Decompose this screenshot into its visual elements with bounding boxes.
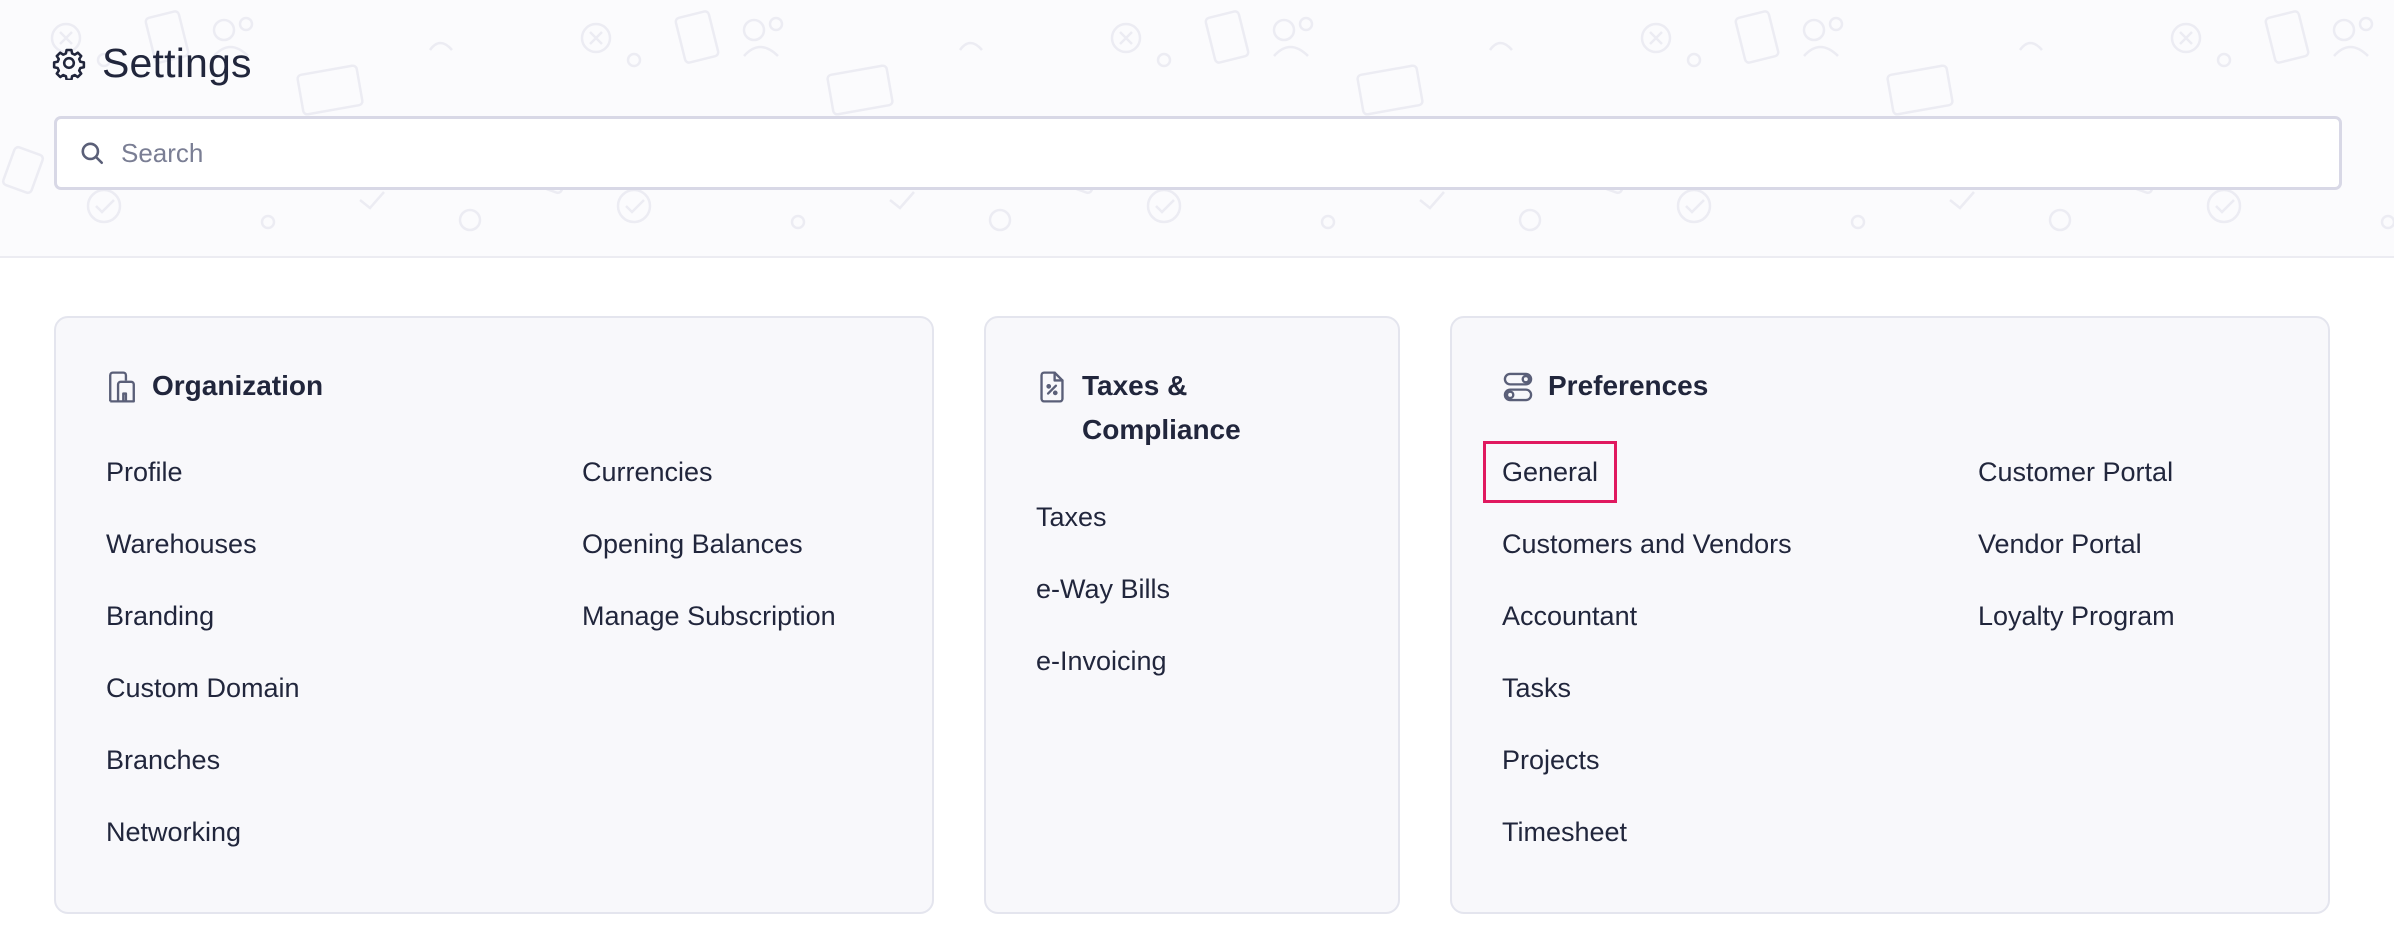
organization-title: Organization	[152, 370, 324, 401]
link-currencies[interactable]: Currencies	[582, 454, 836, 526]
link-customer-portal[interactable]: Customer Portal	[1978, 454, 2175, 526]
selected-highlight[interactable]: General	[1482, 441, 1618, 503]
search-input[interactable]	[121, 123, 2339, 183]
tax-document-icon	[1040, 371, 1064, 403]
organization-heading: Organization	[106, 370, 323, 408]
settings-header: Settings	[0, 0, 2394, 258]
link-e-way-bills[interactable]: e-Way Bills	[1036, 571, 1170, 643]
link-accountant[interactable]: Accountant	[1502, 598, 1792, 670]
link-general[interactable]: General	[1482, 441, 1792, 526]
gear-icon	[52, 48, 86, 80]
link-tasks[interactable]: Tasks	[1502, 670, 1792, 742]
link-e-invoicing[interactable]: e-Invoicing	[1036, 643, 1170, 715]
link-branding[interactable]: Branding	[106, 598, 300, 670]
preferences-heading: Preferences	[1502, 370, 1708, 408]
link-loyalty-program[interactable]: Loyalty Program	[1978, 598, 2175, 670]
building-icon	[109, 371, 135, 403]
organization-links-col2: Currencies Opening Balances Manage Subsc…	[582, 454, 836, 670]
link-branches[interactable]: Branches	[106, 742, 300, 814]
link-projects[interactable]: Projects	[1502, 742, 1792, 814]
toggles-icon	[1503, 372, 1533, 402]
link-profile[interactable]: Profile	[106, 454, 300, 526]
page-title: Settings	[102, 39, 252, 86]
link-custom-domain[interactable]: Custom Domain	[106, 670, 300, 742]
search-icon	[81, 142, 104, 165]
preferences-title: Preferences	[1548, 370, 1709, 401]
link-customers-and-vendors[interactable]: Customers and Vendors	[1502, 526, 1792, 598]
taxes-links: Taxes e-Way Bills e-Invoicing	[1036, 499, 1170, 715]
link-taxes[interactable]: Taxes	[1036, 499, 1170, 571]
search-box[interactable]	[54, 116, 2342, 190]
link-opening-balances[interactable]: Opening Balances	[582, 526, 836, 598]
link-networking[interactable]: Networking	[106, 814, 300, 886]
taxes-title: Taxes & Compliance	[1082, 370, 1241, 445]
organization-card: Organization Profile Warehouses Branding…	[54, 316, 934, 914]
link-vendor-portal[interactable]: Vendor Portal	[1978, 526, 2175, 598]
taxes-compliance-card: Taxes & Compliance Taxes e-Way Bills e-I…	[984, 316, 1400, 914]
preferences-links-col2: Customer Portal Vendor Portal Loyalty Pr…	[1978, 454, 2175, 670]
link-manage-subscription[interactable]: Manage Subscription	[582, 598, 836, 670]
page-title-row: Settings	[52, 38, 252, 88]
link-warehouses[interactable]: Warehouses	[106, 526, 300, 598]
link-timesheet[interactable]: Timesheet	[1502, 814, 1792, 886]
preferences-links-col1: General Customers and Vendors Accountant…	[1482, 441, 1792, 886]
preferences-card: Preferences General Customers and Vendor…	[1450, 316, 2330, 914]
organization-links-col1: Profile Warehouses Branding Custom Domai…	[106, 454, 300, 886]
taxes-heading: Taxes & Compliance	[1036, 370, 1282, 452]
